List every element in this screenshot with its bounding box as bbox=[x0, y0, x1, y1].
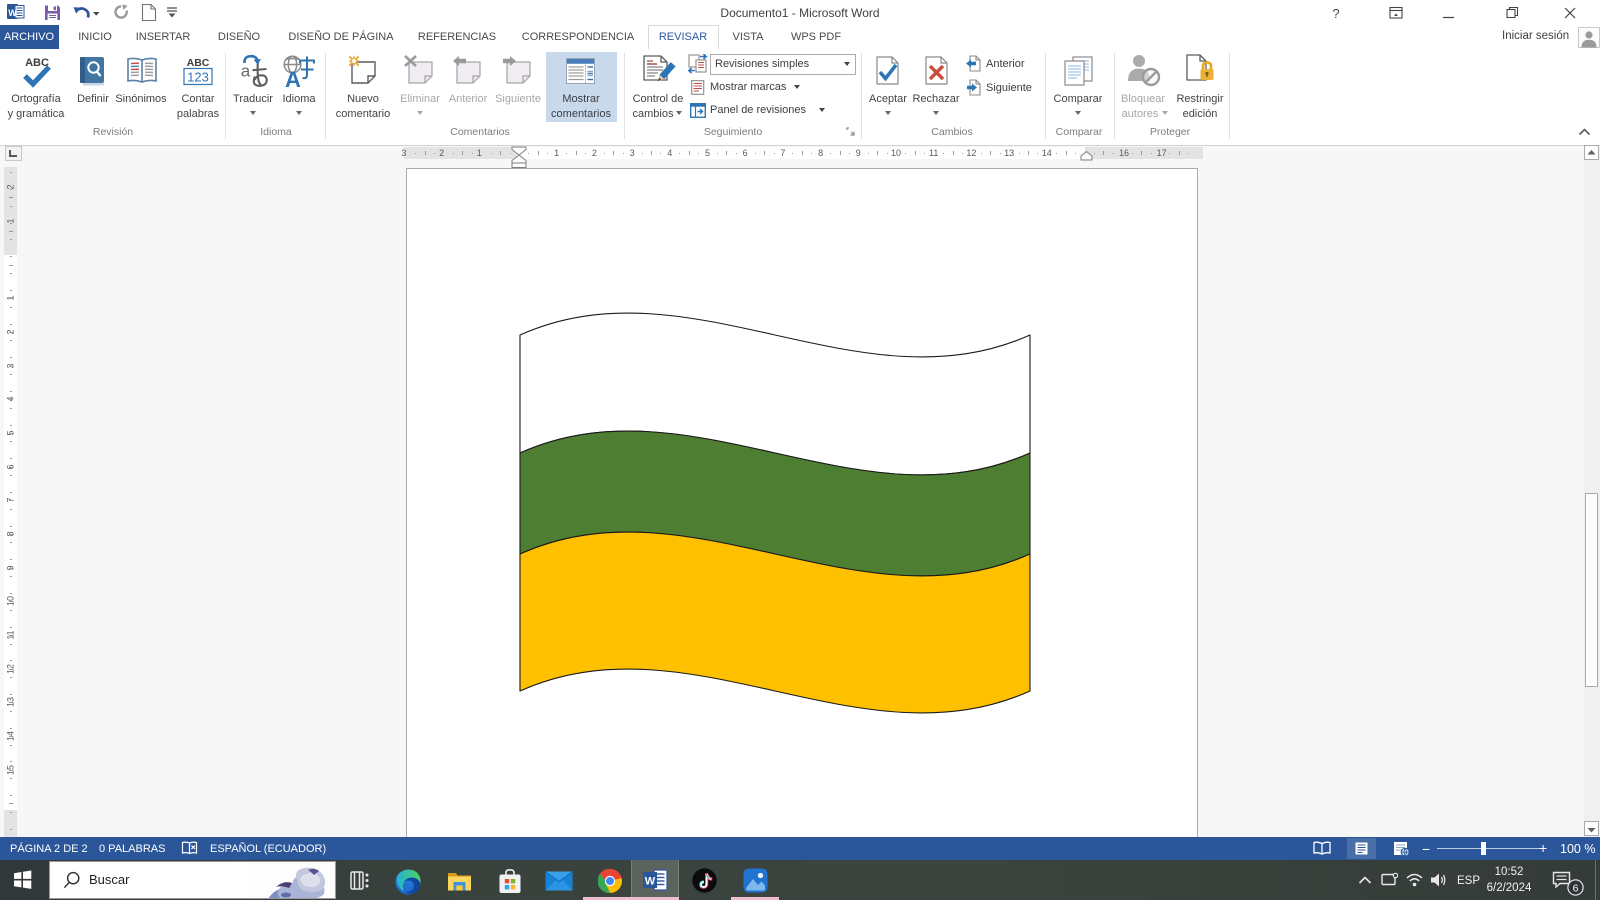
svg-text:W: W bbox=[645, 876, 656, 888]
svg-text:A: A bbox=[285, 67, 301, 88]
svg-text:6: 6 bbox=[1573, 883, 1579, 895]
svg-text:W: W bbox=[8, 8, 17, 18]
svg-text:?: ? bbox=[1332, 6, 1339, 21]
svg-text:123: 123 bbox=[187, 70, 209, 85]
svg-text:ABC: ABC bbox=[187, 57, 210, 69]
svg-text:a: a bbox=[241, 62, 251, 81]
